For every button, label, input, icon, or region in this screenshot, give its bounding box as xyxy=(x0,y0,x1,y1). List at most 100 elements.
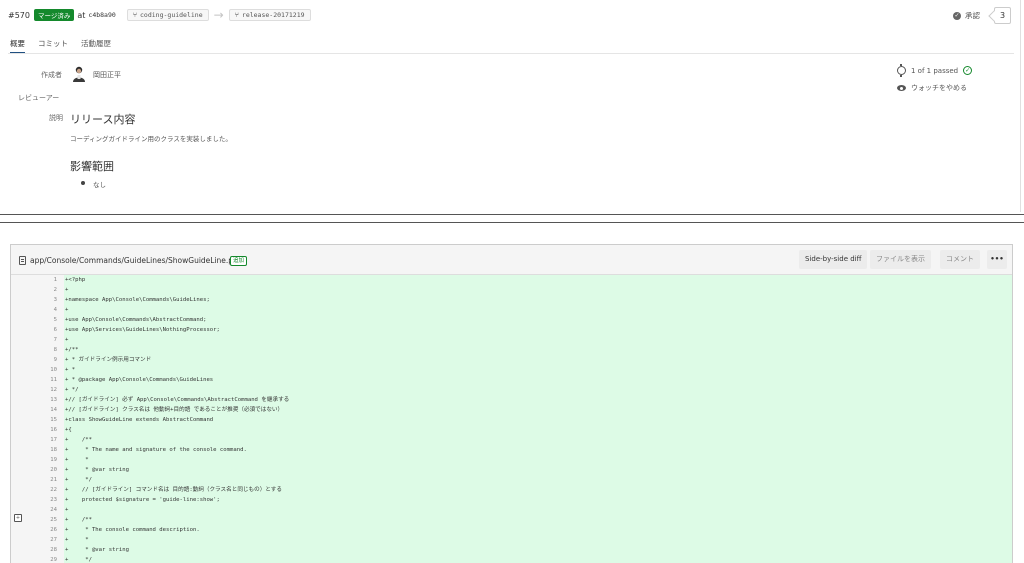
panel-edge xyxy=(1020,0,1021,212)
code-line[interactable]: 27 + * xyxy=(11,535,1012,545)
code-line[interactable]: 25 + /** xyxy=(11,515,1012,525)
line-number[interactable]: 29 xyxy=(25,555,57,563)
check-icon: ✓ xyxy=(953,11,961,20)
code-line[interactable]: 28 + * @var string xyxy=(11,545,1012,555)
line-number[interactable]: 5 xyxy=(25,315,57,325)
watch-label: ウォッチをやめる xyxy=(911,84,967,92)
code-line[interactable]: 24 + xyxy=(11,505,1012,515)
source-branch[interactable]: ⑂ coding-guideline xyxy=(126,9,209,21)
approve-count[interactable]: 3 xyxy=(994,7,1011,24)
file-path[interactable]: app/Console/Commands/GuideLines/ShowGuid… xyxy=(30,256,243,265)
builds-status[interactable]: 1 of 1 passed ✓ xyxy=(897,64,973,77)
code-line[interactable]: 3 +namespace App\Console\Commands\GuideLi… xyxy=(11,295,1012,305)
line-number[interactable]: 18 xyxy=(25,445,57,455)
line-number[interactable]: 3 xyxy=(25,295,57,305)
code-line[interactable]: 22 + // [ガイドライン] コマンド名は 目的語:動詞（クラス名と同じもの）… xyxy=(11,485,1012,495)
code-line[interactable]: 26 + * The console command description. xyxy=(11,525,1012,535)
line-number[interactable]: 14 xyxy=(25,405,57,415)
code-line[interactable]: 10 + * xyxy=(11,365,1012,375)
line-number[interactable]: 15 xyxy=(25,415,57,425)
author-label: 作成者 xyxy=(41,71,62,79)
code-line[interactable]: 23 + protected $signature = 'guide-line:s… xyxy=(11,495,1012,505)
line-source: + protected $signature = 'guide-line:sho… xyxy=(65,497,220,503)
line-source: + * xyxy=(65,367,76,373)
line-number[interactable]: 22 xyxy=(25,485,57,495)
approve-label: 承認 xyxy=(965,11,980,20)
code-line[interactable]: 16 +{ xyxy=(11,425,1012,435)
code-line[interactable]: 5 +use App\Console\Commands\AbstractComma… xyxy=(11,315,1012,325)
target-branch[interactable]: ⑂ release-20171219 xyxy=(228,9,311,21)
line-number[interactable]: 9 xyxy=(25,355,57,365)
code-line[interactable]: 19 + * xyxy=(11,455,1012,465)
line-source: +// [ガイドライン] 必ず App\Console\Commands\Abs… xyxy=(65,397,290,403)
line-number[interactable]: 4 xyxy=(25,305,57,315)
code-line[interactable]: 29 + */ xyxy=(11,555,1012,563)
line-source: + * The console command description. xyxy=(65,527,200,533)
code-line[interactable]: 6 +use App\Services\GuideLines\NothingPro… xyxy=(11,325,1012,335)
line-number[interactable]: 20 xyxy=(25,465,57,475)
code-line[interactable]: 14 +// [ガイドライン] クラス名は 他動詞+目的語 であることが推奨（必須… xyxy=(11,405,1012,415)
code-line[interactable]: 2 + xyxy=(11,285,1012,295)
code-line[interactable]: 21 + */ xyxy=(11,475,1012,485)
code-line[interactable]: 13 +// [ガイドライン] 必ず App\Console\Commands\A… xyxy=(11,395,1012,405)
tabs-divider xyxy=(8,53,1014,54)
line-number[interactable]: 2 xyxy=(25,285,57,295)
line-number[interactable]: 12 xyxy=(25,385,57,395)
comment-button[interactable]: コメント xyxy=(940,250,980,269)
approve-button[interactable]: ✓ 承認 xyxy=(953,7,980,24)
code-line[interactable]: 9 + * ガイドライン例示用コマンド xyxy=(11,355,1012,365)
line-number[interactable]: 6 xyxy=(25,325,57,335)
line-source: + * @var string xyxy=(65,547,129,553)
bullet-icon xyxy=(81,181,85,185)
tab-activity[interactable]: 活動履歴 xyxy=(81,38,111,54)
code-line[interactable]: 7 + xyxy=(11,335,1012,345)
diff-header: app/Console/Commands/GuideLines/ShowGuid… xyxy=(11,245,1012,275)
at-label: at xyxy=(77,10,86,20)
line-source: +<?php xyxy=(65,277,86,283)
line-source: +// [ガイドライン] クラス名は 他動詞+目的語 であることが推奨（必須では… xyxy=(65,407,284,413)
line-number[interactable]: 11 xyxy=(25,375,57,385)
line-number[interactable]: 19 xyxy=(25,455,57,465)
line-number[interactable]: 27 xyxy=(25,535,57,545)
line-number[interactable]: 28 xyxy=(25,545,57,555)
unwatch-button[interactable]: ウォッチをやめる xyxy=(897,83,967,93)
line-number[interactable]: 23 xyxy=(25,495,57,505)
code-line[interactable]: 8 +/** xyxy=(11,345,1012,355)
line-number[interactable]: 7 xyxy=(25,335,57,345)
author-name[interactable]: 岡田正平 xyxy=(93,70,121,80)
code-line[interactable]: 15 +class ShowGuideLine extends AbstractC… xyxy=(11,415,1012,425)
line-number[interactable]: 17 xyxy=(25,435,57,445)
build-icon xyxy=(897,64,906,77)
eye-icon xyxy=(897,85,906,91)
code-line[interactable]: 17 + /** xyxy=(11,435,1012,445)
view-file-button[interactable]: ファイルを表示 xyxy=(870,250,931,269)
line-number[interactable]: 1 xyxy=(25,275,57,285)
line-number[interactable]: 24 xyxy=(25,505,57,515)
pr-header: #570 マージ済み at c4b8a90 ⑂ coding-guideline… xyxy=(8,8,311,22)
tab-commits[interactable]: コミット xyxy=(38,38,68,54)
line-number[interactable]: 8 xyxy=(25,345,57,355)
line-number[interactable]: 16 xyxy=(25,425,57,435)
code-line[interactable]: 1 +<?php xyxy=(11,275,1012,285)
code-line[interactable]: 11 + * @package App\Console\Commands\Guid… xyxy=(11,375,1012,385)
line-source: + // [ガイドライン] コマンド名は 目的語:動詞（クラス名と同じもの）とす… xyxy=(65,487,282,493)
commit-hash[interactable]: c4b8a90 xyxy=(88,11,115,19)
line-source: + xyxy=(65,287,69,293)
side-by-side-button[interactable]: Side-by-side diff xyxy=(799,250,868,269)
line-number[interactable]: 25 xyxy=(25,515,57,525)
line-source: +use App\Console\Commands\AbstractComman… xyxy=(65,317,207,323)
more-button[interactable]: ••• xyxy=(987,250,1007,269)
line-number[interactable]: 10 xyxy=(25,365,57,375)
line-source: +namespace App\Console\Commands\GuideLin… xyxy=(65,297,210,303)
line-source: + */ xyxy=(65,387,79,393)
line-number[interactable]: 21 xyxy=(25,475,57,485)
tab-overview[interactable]: 概要 xyxy=(10,38,25,54)
code-line[interactable]: 20 + * @var string xyxy=(11,465,1012,475)
code-line[interactable]: 18 + * The name and signature of the cons… xyxy=(11,445,1012,455)
line-number[interactable]: 26 xyxy=(25,525,57,535)
code-line[interactable]: 4 + xyxy=(11,305,1012,315)
pr-number[interactable]: #570 xyxy=(8,11,30,20)
avatar[interactable] xyxy=(72,66,86,82)
line-number[interactable]: 13 xyxy=(25,395,57,405)
code-line[interactable]: 12 + */ xyxy=(11,385,1012,395)
